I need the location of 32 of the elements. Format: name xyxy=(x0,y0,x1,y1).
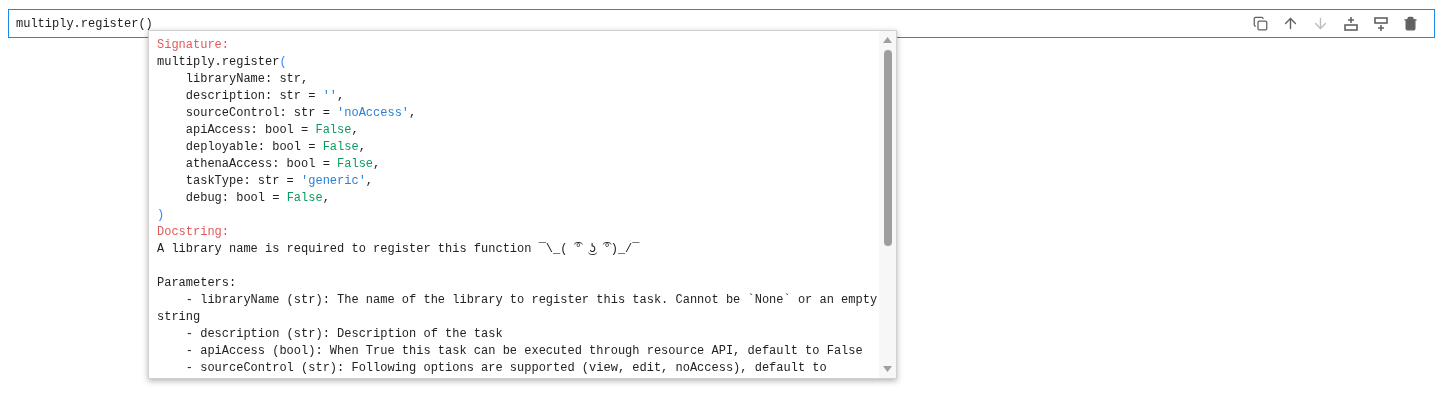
signature-line: description: str = '', xyxy=(184,88,346,105)
insert-above-button[interactable] xyxy=(1341,14,1360,33)
signature-line: taskType: str = 'generic', xyxy=(184,173,375,190)
insert-below-button[interactable] xyxy=(1371,14,1390,33)
scroll-up-icon xyxy=(883,37,892,43)
signature-line: athenaAccess: bool = False, xyxy=(184,156,382,173)
parameters-heading: Parameters: xyxy=(157,275,238,292)
docstring-line: - libraryName (str): The name of the library to register this task. Cannot be `None` or an empty xyxy=(184,292,879,309)
section-heading: Signature: xyxy=(157,37,230,54)
signature-line: multiply.register( xyxy=(157,54,288,71)
signature-line: ) xyxy=(157,207,166,224)
docstring-line: - apiAccess (bool): When True this task can be executed through resource API, default to False xyxy=(184,343,864,360)
scroll-down-icon xyxy=(883,366,892,372)
signature-line: sourceControl: str = 'noAccess', xyxy=(184,105,418,122)
signature-line: debug: bool = False, xyxy=(184,190,331,207)
scrollbar-thumb[interactable] xyxy=(883,50,892,246)
signature-line: deployable: bool = False, xyxy=(184,139,367,156)
code-line: multiply.register() xyxy=(16,15,153,33)
delete-button[interactable] xyxy=(1401,14,1420,33)
docstring-line: - sourceControl (str): Following options are supported (view, edit, noAccess), default to xyxy=(184,360,828,377)
docstring-line: string xyxy=(157,309,202,326)
signature-line: libraryName: str, xyxy=(184,71,310,88)
docstring-line: - description (str): Description of the task xyxy=(184,326,504,343)
duplicate-icon xyxy=(1253,16,1268,31)
duplicate-button[interactable] xyxy=(1251,14,1270,33)
section-heading: Docstring: xyxy=(157,224,230,241)
scrollbar[interactable] xyxy=(879,31,896,378)
delete-icon xyxy=(1403,16,1418,31)
docstring-line: A library name is required to register this function ¯\_( ͡° ͜ʖ ͡°)_/¯ xyxy=(157,241,641,258)
insert-above-icon xyxy=(1342,15,1359,32)
insert-below-icon xyxy=(1372,15,1389,32)
signature-line: apiAccess: bool = False, xyxy=(184,122,360,139)
